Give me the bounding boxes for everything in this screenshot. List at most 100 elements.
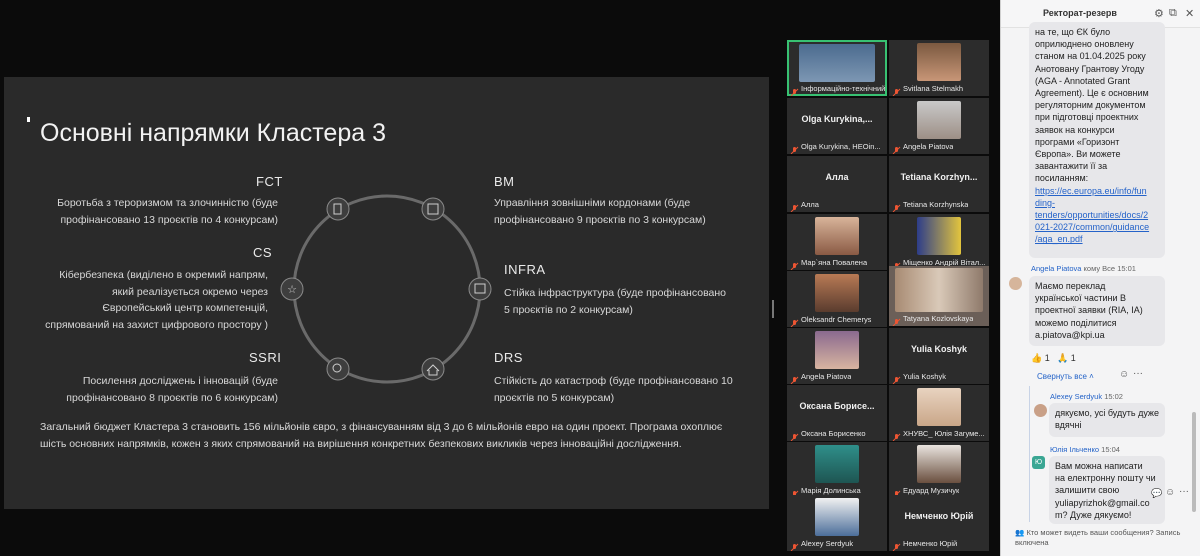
message-meta: Юлія Ільченко 15:04 xyxy=(1050,445,1120,454)
collapse-all-link[interactable]: Свернуть все ˄ xyxy=(1037,372,1094,381)
participant-tile[interactable]: Оксана Борисе... Оксана Борисенко xyxy=(787,385,887,441)
reaction-thumbs-up[interactable]: 👍 1 xyxy=(1031,353,1050,364)
svg-text:☆: ☆ xyxy=(287,283,297,296)
reaction-pray[interactable]: 🙏 1 xyxy=(1057,353,1076,364)
chat-message: на те, що ЄК було оприлюднено оновлену с… xyxy=(1029,22,1165,258)
participant-big-name: Tetiana Korzhyn... xyxy=(900,172,978,182)
mic-muted-icon xyxy=(790,84,799,96)
participant-tile[interactable]: Мар`яна Повалена xyxy=(787,214,887,270)
participant-tile[interactable]: Oleksandr Chemerys xyxy=(787,271,887,327)
mic-muted-icon xyxy=(892,429,901,441)
participant-tile[interactable]: Tatyana Kozlovskaya xyxy=(889,266,989,326)
participant-tile[interactable]: Міщенко Андрій Вітал... xyxy=(889,214,989,270)
participant-name: Alexey Serdyuk xyxy=(801,539,854,548)
participant-tile[interactable]: Yulia Koshyk Yulia Koshyk xyxy=(889,328,989,384)
meeting-window: { "slide": { "title": "Основні напрямки … xyxy=(0,0,1200,556)
participant-name: Оксана Борисенко xyxy=(801,429,866,438)
popout-icon[interactable]: ⧉ xyxy=(1169,7,1177,20)
participant-tile[interactable]: Інформаційно-технічний ... xyxy=(787,40,887,96)
drs-home-icon xyxy=(421,357,445,381)
participant-tile[interactable]: Марія Долинська xyxy=(787,442,887,498)
emoji-icon[interactable]: ☺ xyxy=(1119,369,1129,380)
cluster-drs-text: Стійкість до катастроф (буде профінансов… xyxy=(494,375,733,404)
mic-muted-icon xyxy=(892,84,901,96)
mic-muted-icon xyxy=(892,372,901,384)
avatar: Ю xyxy=(1032,456,1045,469)
mic-muted-icon xyxy=(790,200,799,212)
chat-message: дякуємо, усі будуть дуже вдячні xyxy=(1049,403,1165,437)
fct-icon xyxy=(326,197,350,221)
mic-muted-icon xyxy=(892,539,901,551)
chat-message: Вам можна написати на електронну пошту ч… xyxy=(1049,456,1165,524)
participant-name: Olga Kurykina, HEOin... xyxy=(801,142,881,151)
mic-muted-icon xyxy=(790,315,799,327)
participant-name: Tatyana Kozlovskaya xyxy=(903,314,974,323)
emoji-icon[interactable]: ☺ xyxy=(1165,487,1175,498)
people-icon: 👥 xyxy=(1015,528,1025,537)
ssri-icon xyxy=(326,357,350,381)
avatar xyxy=(1009,277,1022,290)
guidance-link[interactable]: https://ec.europa.eu/info/fun ding- tend… xyxy=(1035,185,1159,246)
participant-big-name: Olga Kurykina,... xyxy=(801,114,873,124)
chat-title: Ректорат-резерв xyxy=(1043,8,1117,18)
cluster-ssri-text: Посилення досліджень і інновацій (буде пр… xyxy=(66,375,278,404)
mic-muted-icon xyxy=(892,200,901,212)
cs-star-icon: ☆ xyxy=(280,277,304,301)
participant-name: Марія Долинська xyxy=(801,486,861,495)
participant-name: Yulia Koshyk xyxy=(903,372,946,381)
thread-line xyxy=(1029,386,1030,522)
cluster-infra-heading: INFRA xyxy=(504,262,546,277)
close-icon[interactable]: ✕ xyxy=(1185,7,1194,20)
more-icon[interactable]: ··· xyxy=(1179,486,1189,497)
participant-tile[interactable]: Едуард Музичук xyxy=(889,442,989,498)
chat-scrollbar[interactable] xyxy=(1192,412,1196,512)
infra-icon xyxy=(468,277,492,301)
slide-title: Основні напрямки Кластера 3 xyxy=(40,119,386,147)
cluster-bm-heading: BM xyxy=(494,174,515,189)
cluster-cs-heading: CS xyxy=(253,245,273,260)
mic-muted-icon xyxy=(892,142,901,154)
participant-name: Едуард Музичук xyxy=(903,486,960,495)
settings-icon[interactable]: ⚙ xyxy=(1154,7,1164,20)
chat-footer-notice[interactable]: 👥 Кто может видеть ваши сообщения? Запис… xyxy=(1015,528,1195,548)
mic-muted-icon xyxy=(790,429,799,441)
cluster-cs-text: Кібербезпека (виділено в окремий напрям,… xyxy=(45,269,268,331)
presentation-slide: Основні напрямки Кластера 3 FCT Боротьба… xyxy=(4,77,769,509)
participant-tile[interactable]: Olga Kurykina,... Olga Kurykina, HEOin..… xyxy=(787,98,887,154)
cluster-ring-diagram: ☆ xyxy=(280,194,492,384)
cluster-fct-text: Боротьба з тероризмом та злочинністю (бу… xyxy=(57,197,278,226)
message-meta: Alexey Serdyuk 15:02 xyxy=(1050,392,1123,401)
mic-muted-icon xyxy=(892,486,901,498)
participant-name: Інформаційно-технічний ... xyxy=(801,84,885,93)
chat-message: Маємо переклад української частини В про… xyxy=(1029,276,1165,346)
reply-icon[interactable]: 💬 xyxy=(1151,488,1162,499)
panel-resize-handle[interactable] xyxy=(772,300,774,318)
participant-name: Angela Piatova xyxy=(903,142,954,151)
cluster-infra-text: Стійка інфраструктура (буде профінансова… xyxy=(504,287,727,316)
participant-tile[interactable]: Svitlana Stelmakh xyxy=(889,40,989,96)
mic-muted-icon xyxy=(790,258,799,270)
mic-muted-icon xyxy=(790,539,799,551)
participant-tile[interactable]: Немченко Юрій Немченко Юрій xyxy=(889,495,989,551)
participant-big-name: Алла xyxy=(825,172,849,182)
more-icon[interactable]: ··· xyxy=(1133,368,1143,379)
participant-name: Svitlana Stelmakh xyxy=(903,84,964,93)
participant-tile[interactable]: Angela Piatova xyxy=(889,98,989,154)
video-grid: Інформаційно-технічний ... Svitlana Stel… xyxy=(787,38,989,551)
participant-name: Мар`яна Повалена xyxy=(801,258,868,267)
mic-muted-icon xyxy=(892,314,901,326)
avatar xyxy=(1034,404,1047,417)
participant-tile[interactable]: ХНУВС_ Юлія Загуме... xyxy=(889,385,989,441)
participant-big-name: Yulia Koshyk xyxy=(910,344,968,354)
participant-name: ХНУВС_ Юлія Загуме... xyxy=(903,429,985,438)
participant-tile[interactable]: Angela Piatova xyxy=(787,328,887,384)
message-meta: Angela Piatova кому Все 15:01 xyxy=(1031,264,1136,273)
bm-icon xyxy=(421,197,445,221)
participant-tile[interactable]: Tetiana Korzhyn... Tetiana Korzhynska xyxy=(889,156,989,212)
slide-summary: Загальний бюджет Кластера 3 становить 15… xyxy=(40,421,723,450)
participant-tile[interactable]: Alexey Serdyuk xyxy=(787,495,887,551)
participant-tile[interactable]: Алла Алла xyxy=(787,156,887,212)
mouse-cursor xyxy=(27,117,30,122)
mic-muted-icon xyxy=(790,486,799,498)
mic-muted-icon xyxy=(790,142,799,154)
